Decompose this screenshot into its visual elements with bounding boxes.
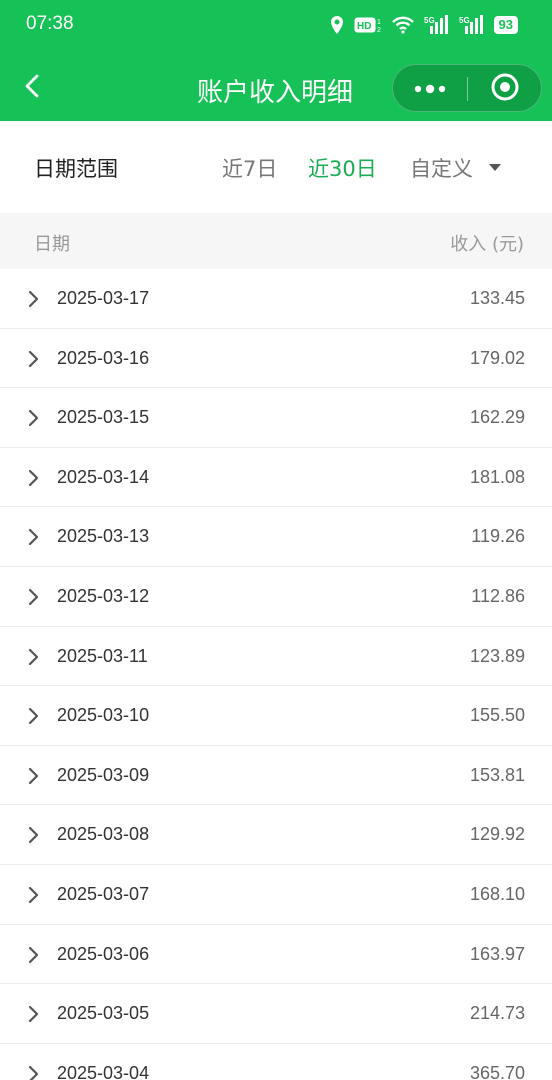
row-date: 2025-03-12 bbox=[57, 585, 150, 606]
row-amount: 179.02 bbox=[469, 347, 525, 368]
income-list: 2025-03-17 133.45 2025-03-16 179.02 2025-03-… bbox=[0, 269, 552, 1080]
svg-text:5G: 5G bbox=[459, 16, 470, 25]
table-row[interactable]: 2025-03-04 365.70 bbox=[0, 1043, 552, 1080]
row-date: 2025-03-08 bbox=[57, 824, 150, 845]
row-date: 2025-03-07 bbox=[57, 883, 150, 904]
range-option-custom[interactable]: 自定义 bbox=[410, 153, 473, 183]
chevron-right-icon bbox=[28, 290, 39, 308]
row-amount: 153.81 bbox=[469, 764, 525, 785]
svg-text:HD: HD bbox=[357, 21, 371, 32]
column-header-amount: 收入 (元) bbox=[450, 234, 524, 255]
nav-bar: 账户收入明细 bbox=[0, 56, 552, 122]
status-icons: HD 1 2 5G 5G 93 bbox=[329, 13, 518, 37]
row-amount: 168.10 bbox=[469, 883, 525, 904]
chevron-right-icon bbox=[28, 469, 39, 486]
date-range-filter: 日期范围 近7日 近30日 自定义 bbox=[0, 121, 552, 213]
table-row[interactable]: 2025-03-08 129.92 bbox=[0, 805, 552, 865]
table-row[interactable]: 2025-03-06 163.97 bbox=[0, 924, 552, 985]
caret-down-icon[interactable] bbox=[489, 164, 501, 171]
table-row[interactable]: 2025-03-10 155.50 bbox=[0, 686, 552, 746]
row-amount: 123.89 bbox=[469, 645, 525, 666]
row-amount: 214.73 bbox=[469, 1003, 525, 1024]
table-row[interactable]: 2025-03-15 162.29 bbox=[0, 388, 552, 448]
table-row[interactable]: 2025-03-11 123.89 bbox=[0, 626, 552, 687]
row-amount: 129.92 bbox=[469, 824, 525, 845]
chevron-right-icon bbox=[28, 648, 39, 665]
table-row[interactable]: 2025-03-13 119.26 bbox=[0, 507, 552, 567]
chevron-right-icon bbox=[28, 410, 39, 427]
row-date: 2025-03-15 bbox=[57, 407, 150, 428]
column-header-date: 日期 bbox=[34, 234, 70, 255]
chevron-right-icon bbox=[28, 1065, 39, 1080]
table-row[interactable]: 2025-03-16 179.02 bbox=[0, 328, 552, 389]
mini-program-capsule bbox=[392, 64, 542, 112]
status-bar: 07:38 HD 1 2 5G 5G 93 bbox=[0, 0, 552, 52]
chevron-right-icon bbox=[28, 1006, 39, 1023]
svg-text:2: 2 bbox=[377, 27, 381, 34]
row-date: 2025-03-10 bbox=[57, 705, 150, 726]
range-option-7-days[interactable]: 近7日 bbox=[222, 153, 277, 183]
row-date: 2025-03-17 bbox=[57, 288, 150, 308]
location-icon bbox=[329, 15, 345, 35]
row-date: 2025-03-06 bbox=[57, 943, 150, 964]
chevron-right-icon bbox=[28, 588, 39, 606]
table-row[interactable]: 2025-03-14 181.08 bbox=[0, 447, 552, 508]
range-option-30-days[interactable]: 近30日 bbox=[308, 153, 377, 183]
row-amount: 112.86 bbox=[471, 585, 525, 606]
back-button[interactable] bbox=[14, 68, 50, 108]
date-range-label: 日期范围 bbox=[34, 157, 118, 181]
row-date: 2025-03-16 bbox=[57, 347, 150, 368]
top-bar: 07:38 HD 1 2 5G 5G 93 账户收入明细 bbox=[0, 0, 552, 121]
chevron-right-icon bbox=[28, 350, 39, 367]
row-amount: 119.26 bbox=[471, 526, 525, 547]
status-time: 07:38 bbox=[26, 13, 74, 34]
table-header: 日期 收入 (元) bbox=[0, 213, 552, 269]
table-row[interactable]: 2025-03-12 112.86 bbox=[0, 566, 552, 627]
row-date: 2025-03-04 bbox=[57, 1062, 150, 1080]
page-title: 账户收入明细 bbox=[196, 78, 353, 108]
svg-text:5G: 5G bbox=[424, 16, 435, 25]
table-row[interactable]: 2025-03-09 153.81 bbox=[0, 745, 552, 806]
table-row[interactable]: 2025-03-17 133.45 bbox=[0, 269, 552, 329]
chevron-right-icon bbox=[28, 708, 39, 725]
row-amount: 163.97 bbox=[469, 943, 525, 964]
chevron-left-icon bbox=[23, 73, 41, 103]
table-row[interactable]: 2025-03-05 214.73 bbox=[0, 984, 552, 1044]
more-button[interactable] bbox=[393, 65, 467, 113]
row-amount: 365.70 bbox=[469, 1062, 525, 1080]
chevron-right-icon bbox=[28, 767, 39, 784]
row-date: 2025-03-09 bbox=[57, 764, 150, 785]
row-date: 2025-03-13 bbox=[57, 526, 150, 547]
close-mini-program-button[interactable] bbox=[468, 65, 542, 113]
chevron-right-icon bbox=[28, 827, 39, 844]
chevron-right-icon bbox=[28, 946, 39, 963]
signal-5g-icon: 5G bbox=[459, 15, 485, 35]
chevron-right-icon bbox=[28, 529, 39, 546]
row-amount: 181.08 bbox=[469, 466, 525, 487]
table-row[interactable]: 2025-03-07 168.10 bbox=[0, 864, 552, 925]
signal-5g-icon: 5G bbox=[424, 15, 450, 35]
chevron-right-icon bbox=[28, 886, 39, 904]
hd-icon: HD 1 2 bbox=[354, 15, 382, 35]
wifi-icon bbox=[391, 15, 415, 35]
target-circle-icon bbox=[490, 72, 520, 106]
row-amount: 155.50 bbox=[469, 705, 525, 726]
row-date: 2025-03-05 bbox=[57, 1003, 150, 1024]
row-date: 2025-03-11 bbox=[57, 645, 148, 666]
row-amount: 133.45 bbox=[469, 288, 525, 308]
svg-text:1: 1 bbox=[377, 19, 381, 26]
row-date: 2025-03-14 bbox=[57, 466, 150, 487]
more-dots-icon bbox=[413, 80, 447, 99]
battery-indicator: 93 bbox=[493, 16, 518, 34]
row-amount: 162.29 bbox=[469, 407, 525, 428]
